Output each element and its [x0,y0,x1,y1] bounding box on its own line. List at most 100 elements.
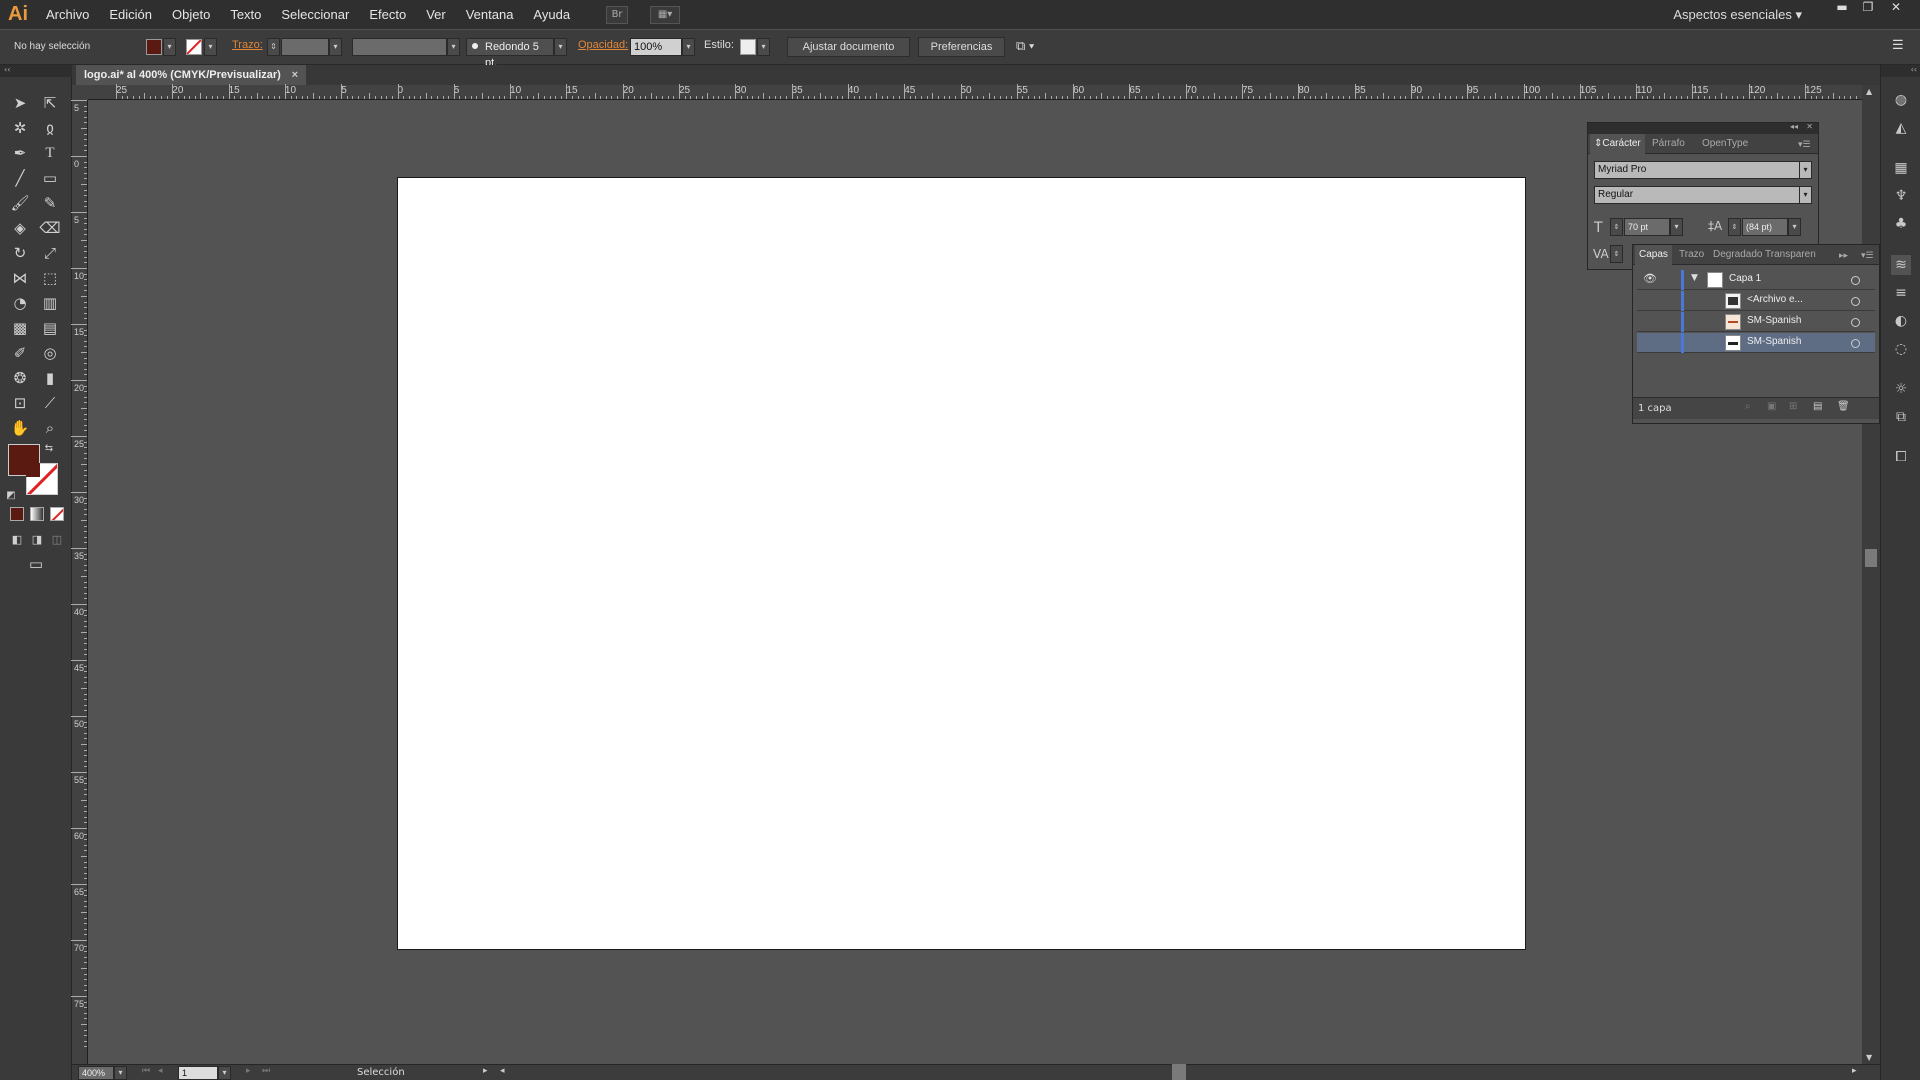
menu-objeto[interactable]: Objeto [162,7,220,22]
stroke-weight-dropdown[interactable]: ▾ [329,38,342,56]
opacity-field[interactable]: 100% [630,38,682,56]
menu-ver[interactable]: Ver [416,7,456,22]
scale-tool-icon[interactable]: ⤢ [38,242,62,264]
artboard[interactable] [397,177,1526,950]
symbols-icon[interactable]: ♣ [1891,214,1911,234]
tab-trazo[interactable]: Trazo [1679,245,1704,265]
variable-width-dropdown[interactable]: ▾ [447,38,460,56]
horizontal-ruler[interactable]: 25 20 15 10 5 0 5 10 15 20 25 30 35 40 45 50 55 60 65 70 75 8… [88,84,1880,100]
gradient-mode-button[interactable] [30,507,44,521]
menu-archivo[interactable]: Archivo [36,7,99,22]
adjust-document-button[interactable]: Ajustar documento [787,37,910,57]
tab-opentype[interactable]: OpenType [1702,134,1748,154]
paintbrush-icon[interactable]: 🖌 [8,192,32,214]
font-style-field[interactable]: Regular [1594,186,1800,204]
fill-swatch[interactable] [146,39,162,55]
vertical-scroll-thumb[interactable] [1865,549,1877,567]
menu-texto[interactable]: Texto [220,7,271,22]
font-size-dropdown[interactable]: ▾ [1670,218,1683,236]
symbol-sprayer-icon[interactable]: ❂ [8,367,32,389]
stroke-swatch[interactable] [186,39,202,55]
perspective-grid-icon[interactable]: ▥ [38,292,62,314]
selection-tool-icon[interactable]: ➤ [8,92,32,114]
layer-row[interactable]: SM-Spanish [1637,312,1875,332]
opacity-dropdown[interactable]: ▾ [682,38,695,56]
menu-efecto[interactable]: Efecto [359,7,416,22]
shape-builder-icon[interactable]: ◔ [8,292,32,314]
last-artboard-icon[interactable]: ⏭ [262,1066,270,1076]
style-dropdown[interactable]: ▾ [757,38,770,56]
gradient-icon[interactable]: ◐ [1891,311,1911,331]
layer-name[interactable]: SM-Spanish [1747,315,1801,326]
width-tool-icon[interactable]: ⋈ [8,267,32,289]
swap-colors-icon[interactable]: ⇆ [42,438,56,460]
draw-inside-icon[interactable]: ◫ [48,529,66,551]
arrange-icon[interactable]: ⧉ ▾ [1016,38,1034,54]
document-tab[interactable]: logo.ai* al 400% (CMYK/Previsualizar) × [76,65,306,85]
artboards-icon[interactable]: ⧠ [1891,447,1911,467]
artboard-number-field[interactable]: 1 [178,1066,218,1080]
slice-tool-icon[interactable]: ⟋ [38,392,62,414]
panel-options-icon[interactable]: ▾☰ [1798,134,1811,154]
none-mode-button[interactable] [50,507,64,521]
layer-name[interactable]: Capa 1 [1729,273,1761,284]
layer-name[interactable]: <Archivo e... [1747,294,1803,305]
font-style-dropdown[interactable]: ▾ [1799,186,1812,204]
prev-artboard-icon[interactable]: ◂ [158,1066,163,1076]
stroke-weight-stepper[interactable]: ⇕ [267,38,280,56]
zoom-dropdown[interactable]: ▾ [114,1066,127,1080]
screen-mode-icon[interactable]: ▭ [24,553,48,575]
eyedropper-icon[interactable]: ✐ [8,342,32,364]
pen-tool-icon[interactable]: ✒ [8,142,32,164]
swatches-icon[interactable]: ▦ [1891,158,1911,178]
variable-width-field[interactable] [352,38,447,56]
target-circle-icon[interactable] [1851,318,1860,327]
tab-capas[interactable]: Capas [1635,245,1672,265]
blob-brush-icon[interactable]: ◈ [8,217,32,239]
next-artboard-icon[interactable]: ▸ [246,1066,251,1076]
font-family-field[interactable]: Myriad Pro [1594,161,1800,179]
delete-layer-icon[interactable]: 🗑 [1837,401,1850,412]
magic-wand-icon[interactable]: ✲ [8,117,32,139]
horizontal-scroll-thumb[interactable] [1172,1064,1186,1080]
column-graph-icon[interactable]: ▮ [38,367,62,389]
stroke-icon[interactable]: ≡ [1891,283,1911,303]
draw-normal-icon[interactable]: ◧ [8,529,26,551]
leading-stepper[interactable]: ⇕ [1728,218,1741,236]
target-circle-icon[interactable] [1851,276,1860,285]
font-size-field[interactable]: 70 pt [1624,218,1670,236]
type-tool-icon[interactable]: T [38,142,62,164]
tab-transparencia[interactable]: Transparen [1765,245,1816,265]
first-artboard-icon[interactable]: ⏮ [142,1066,150,1076]
locate-object-icon[interactable]: ⌕ [1745,401,1751,412]
gradient-tool-icon[interactable]: ▤ [38,317,62,339]
visibility-eye-icon[interactable]: 👁 [1643,272,1657,285]
leading-dropdown[interactable]: ▾ [1788,218,1801,236]
expand-dock-icon[interactable]: ‹‹ [1881,65,1920,77]
color-mode-button[interactable] [10,507,24,521]
scroll-right-icon[interactable]: ▸ [1852,1066,1857,1076]
arrange-documents-button[interactable]: ▦▾ [650,5,681,24]
minimize-icon[interactable]: ▬ [1830,0,1854,16]
style-swatch[interactable] [740,39,756,55]
zoom-field[interactable]: 400% [78,1066,114,1080]
scroll-left-icon[interactable]: ◂ [500,1066,505,1076]
character-panel-header[interactable]: ◂◂ ✕ [1588,122,1818,134]
tab-degradado[interactable]: Degradado [1713,245,1762,265]
collapse-icon[interactable]: ‹‹ [0,65,72,77]
brush-field[interactable]: Redondo 5 pt. [466,38,554,69]
tab-parrafo[interactable]: Párrafo [1652,134,1685,154]
stroke-label[interactable]: Trazo: [232,39,263,51]
scroll-up-icon[interactable]: ▲ [1866,87,1872,96]
pencil-icon[interactable]: ✎ [38,192,62,214]
close-window-icon[interactable]: ✕ [1884,0,1908,16]
direct-selection-tool-icon[interactable]: ⇱ [38,92,62,114]
target-circle-icon[interactable] [1851,339,1860,348]
line-tool-icon[interactable]: ╱ [8,167,32,189]
menu-edicion[interactable]: Edición [99,7,162,22]
status-menu-icon[interactable]: ▸ [483,1066,488,1076]
close-tab-icon[interactable]: × [292,65,298,85]
brushes-icon[interactable]: ♆ [1891,186,1911,206]
default-colors-icon[interactable]: ◩ [4,485,18,507]
make-clipping-mask-icon[interactable]: ▣ [1767,401,1776,412]
